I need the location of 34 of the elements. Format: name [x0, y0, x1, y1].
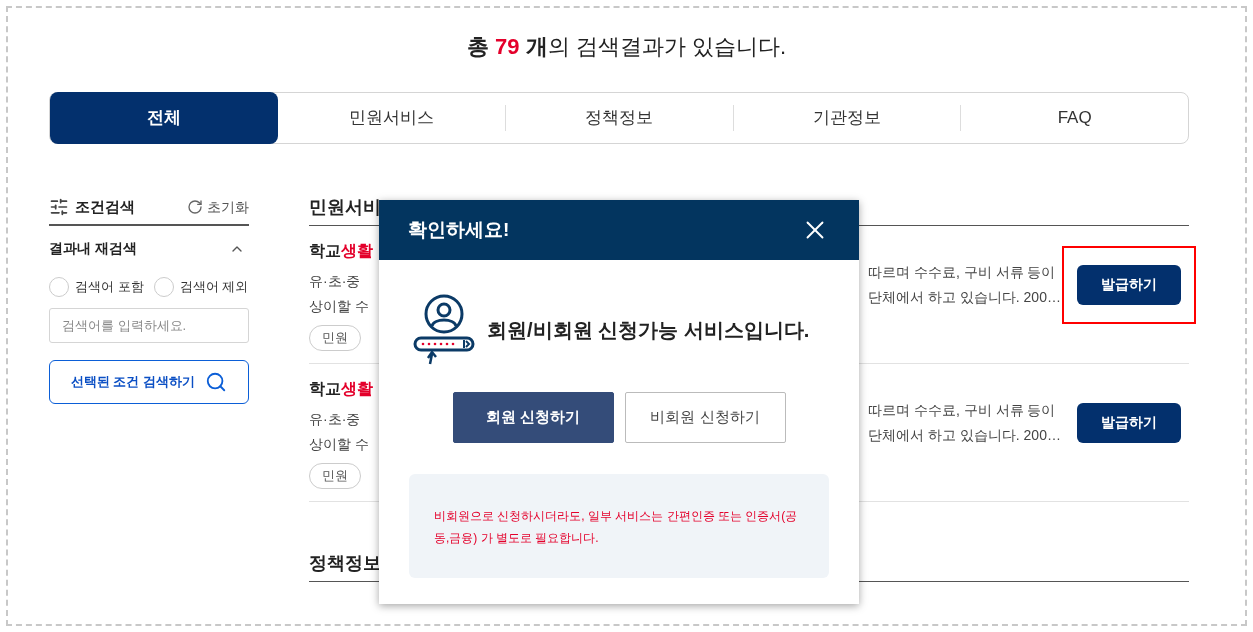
apply-button[interactable]: 비회원 신청하기 — [624, 392, 786, 443]
radio-label: 검색어 제외 — [179, 278, 249, 297]
search-field[interactable]: 검색어를 입력하세요. — [49, 308, 249, 343]
section-heading: 민원서비 — [309, 197, 381, 217]
result-description: 상이할 수 — [309, 296, 369, 316]
category-tab[interactable]: 전체 — [50, 92, 278, 144]
dialog-title: 확인하세요! — [408, 217, 510, 242]
category-tab[interactable]: 민원서비스 — [277, 93, 506, 143]
apply-button[interactable]: 회원 신청하기 — [452, 392, 614, 443]
search-icon — [205, 371, 228, 393]
search-submit-button[interactable]: 선택된 조건 검색하기 — [49, 360, 249, 404]
refresh-icon — [187, 199, 203, 215]
result-description: 따르며 수수료, 구비 서류 등이 — [868, 400, 1056, 420]
issue-button[interactable]: 발급하기 — [1077, 402, 1181, 443]
result-title[interactable]: 학교생활 — [309, 376, 373, 401]
issue-button[interactable]: 발급하기 — [1077, 264, 1181, 305]
result-description: 상이할 수 — [309, 434, 369, 454]
category-tab[interactable]: 기관정보 — [733, 93, 961, 143]
radio-label: 검색어 포함 — [75, 278, 144, 297]
filter-title: 조건검색 — [75, 196, 135, 217]
category-tab[interactable]: FAQ — [961, 93, 1188, 143]
result-description: 유·초·중 — [309, 271, 361, 291]
result-description: 따르며 수수료, 구비 서류 등이 — [868, 262, 1056, 282]
user-password-icon — [413, 294, 475, 366]
filter-sliders-icon — [49, 197, 69, 217]
result-description: 유·초·중 — [309, 409, 361, 429]
refine-search-title: 결과내 재검색 — [49, 239, 137, 258]
result-title[interactable]: 학교생활 — [309, 238, 373, 263]
dialog-message: 회원/비회원 신청가능 서비스입니다. — [487, 318, 810, 343]
reset-button[interactable]: 초기화 — [187, 196, 249, 218]
section-heading: 정책정보 — [309, 553, 381, 573]
category-tab[interactable]: 정책정보 — [506, 93, 733, 143]
notice-text: 비회원으로 신청하시더라도, 일부 서비스는 간편인증 또는 인증서(공동,금융) 가 별도로 필요합니다. — [434, 508, 799, 547]
result-count-text: 총 79 개의 검색결과가 있습니다. — [466, 33, 787, 60]
